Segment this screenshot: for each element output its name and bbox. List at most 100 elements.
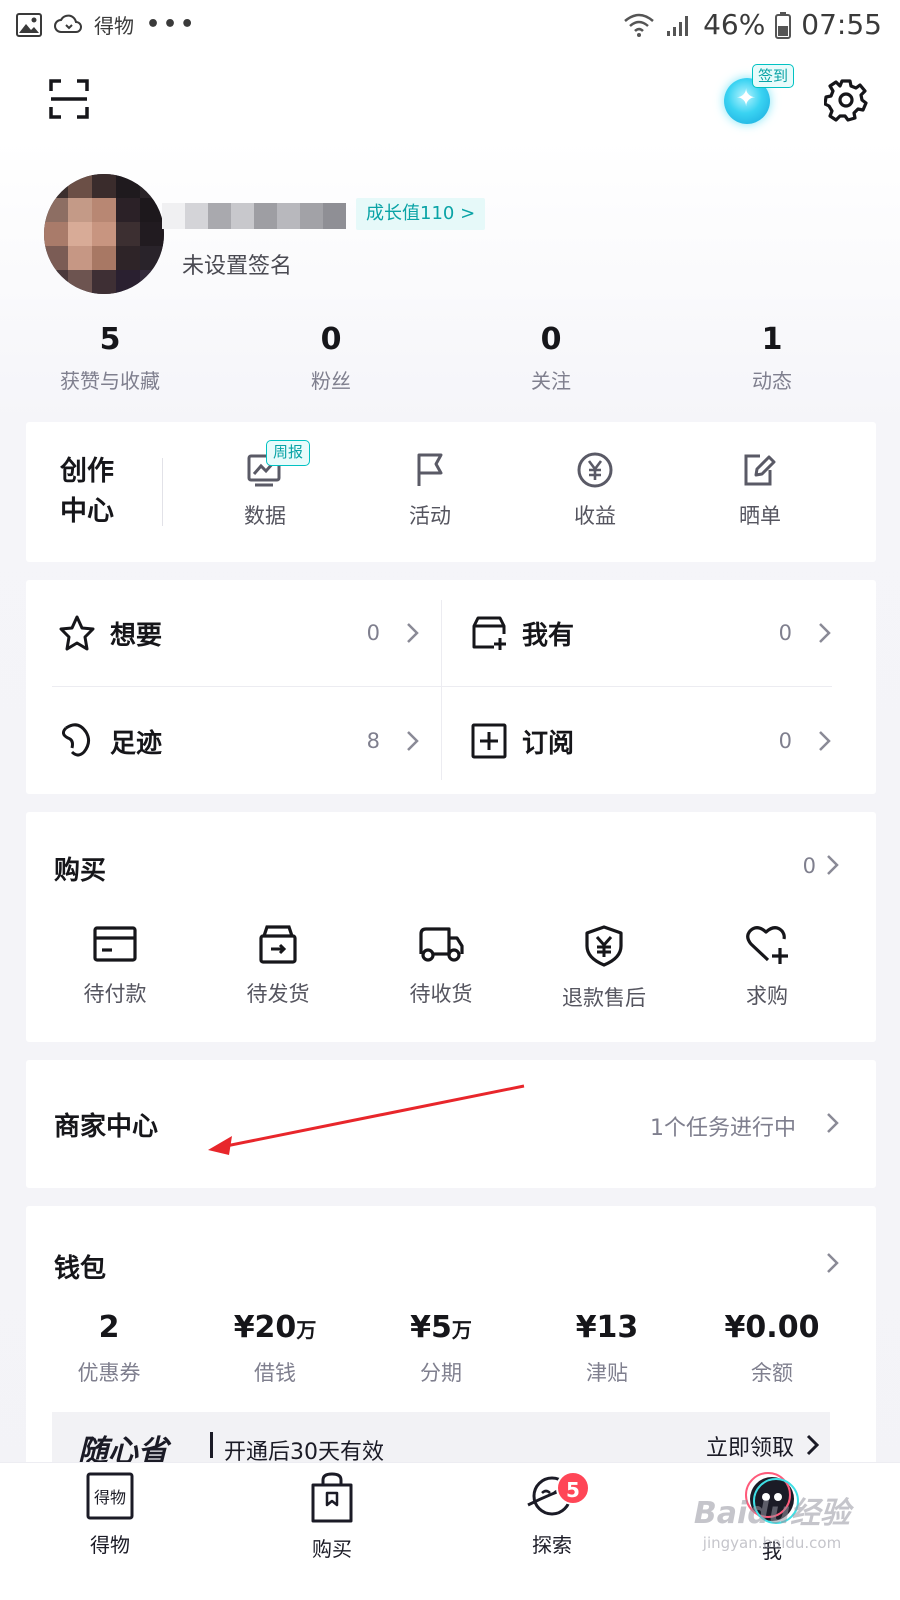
wifi-icon <box>624 13 654 37</box>
wallet-balance[interactable]: ¥0.00 余额 <box>702 1310 842 1387</box>
order-pending-receipt[interactable]: 待收货 <box>376 924 506 1008</box>
avatar-pixelated-image <box>44 174 164 294</box>
order-label: 求购 <box>746 984 788 1008</box>
divider <box>210 1432 213 1458</box>
battery-percent: 46% <box>703 8 766 41</box>
collection-subscriptions[interactable]: 订阅 0 <box>470 716 836 766</box>
subscribe-plus-icon <box>471 723 507 759</box>
order-pending-payment[interactable]: 待付款 <box>50 924 180 1008</box>
purchase-title[interactable]: 购买 <box>54 850 106 887</box>
creator-item-label: 数据 <box>244 504 286 528</box>
wallet-label: 借钱 <box>254 1361 296 1385</box>
creator-item-showcase[interactable]: 晒单 <box>705 450 815 530</box>
wallet-allowance[interactable]: ¥13 津贴 <box>537 1310 677 1387</box>
scan-button[interactable] <box>48 78 90 120</box>
wallet-label: 津贴 <box>586 1361 628 1385</box>
stat-value: 5 <box>99 322 121 357</box>
order-label: 待收货 <box>409 982 473 1006</box>
gallery-icon <box>16 12 42 37</box>
tab-label: 得物 <box>90 1533 130 1557</box>
collection-footprints[interactable]: 足迹 8 <box>58 716 424 766</box>
chevron-right-icon <box>407 731 419 751</box>
weekly-report-tag: 周报 <box>266 440 311 466</box>
creator-item-activity[interactable]: 活动 <box>375 450 485 530</box>
wallet-card-icon <box>93 926 137 962</box>
profile-stats: 5 获赞与收藏 0 粉丝 0 关注 1 动态 <box>0 322 900 402</box>
stat-label: 动态 <box>752 369 792 393</box>
chevron-right-icon <box>806 1434 820 1456</box>
purchase-count[interactable]: 0 <box>803 854 816 878</box>
explore-notification-badge: 5 <box>556 1471 590 1505</box>
creator-item-label: 晒单 <box>739 504 781 528</box>
wallet-value: ¥13 <box>575 1310 639 1345</box>
notification-app-name: 得物 <box>94 14 134 38</box>
wallet-value: ¥20万 <box>233 1310 317 1345</box>
wallet-installments[interactable]: ¥5万 分期 <box>371 1310 511 1387</box>
username-blurred <box>162 203 346 229</box>
chevron-right-icon <box>819 731 831 751</box>
wallet-loan[interactable]: ¥20万 借钱 <box>205 1310 345 1387</box>
shopping-bag-icon <box>311 1472 353 1523</box>
stat-label: 关注 <box>531 369 571 393</box>
collection-count: 0 <box>366 621 380 645</box>
tab-explore[interactable]: 5 探索 <box>492 1471 612 1558</box>
tab-label: 购买 <box>312 1537 352 1561</box>
chevron-right-icon[interactable] <box>826 854 840 876</box>
creator-item-earnings[interactable]: 收益 <box>540 450 650 530</box>
wallet-value: ¥0.00 <box>724 1310 820 1345</box>
collection-wishlist[interactable]: 想要 0 <box>58 608 424 658</box>
promo-claim-button[interactable]: 立即领取 <box>706 1430 794 1462</box>
signal-icon <box>667 15 689 36</box>
merchant-task-status: 1个任务进行中 <box>650 1116 796 1141</box>
tab-dewu[interactable]: 得物 得物 <box>50 1471 170 1558</box>
creator-title-line2: 中心 <box>60 496 114 527</box>
stat-label: 获赞与收藏 <box>60 369 160 393</box>
order-label: 待发货 <box>246 982 310 1006</box>
order-refund-aftersales[interactable]: 退款售后 <box>539 924 669 1012</box>
growth-value-badge[interactable]: 成长值110 > <box>356 198 486 230</box>
order-pending-shipment[interactable]: 待发货 <box>213 924 343 1008</box>
collection-owned[interactable]: 我有 0 <box>470 608 836 658</box>
collection-label: 订阅 <box>522 728 575 759</box>
clock-time: 07:55 <box>801 8 882 41</box>
heart-plus-icon <box>746 926 788 964</box>
watermark-sub: jingyan.baidu.com <box>702 1534 842 1552</box>
creator-center-card: 创作 中心 数据 活动 收益 晒单 <box>26 422 876 562</box>
edit-note-icon <box>744 454 776 486</box>
yen-shield-icon <box>585 925 623 967</box>
status-right: 46% 07:55 <box>623 8 882 41</box>
cloud-sync-icon <box>54 14 82 33</box>
stat-likes-favorites[interactable]: 5 获赞与收藏 <box>30 322 190 394</box>
footprint-icon <box>61 723 91 757</box>
package-icon <box>259 925 297 964</box>
order-want-to-buy[interactable]: 求购 <box>702 924 832 1010</box>
stat-following[interactable]: 0 关注 <box>471 322 631 394</box>
chevron-right-icon <box>827 1113 839 1133</box>
stat-value: 1 <box>761 322 783 357</box>
baidu-jingyan-watermark: Baidu经验 jingyan.baidu.com <box>672 1488 872 1552</box>
merchant-center-card[interactable]: 商家中心 1个任务进行中 <box>26 1060 876 1188</box>
collection-count: 8 <box>366 729 380 753</box>
collection-count: 0 <box>778 621 792 645</box>
wallet-label: 余额 <box>751 1361 793 1385</box>
divider <box>441 600 442 780</box>
creator-center-title[interactable]: 创作 中心 <box>60 452 114 532</box>
settings-button[interactable] <box>823 78 868 122</box>
checkin-button[interactable]: 签到 <box>722 64 794 128</box>
collection-label: 我有 <box>522 620 575 651</box>
tab-buy[interactable]: 购买 <box>272 1471 392 1562</box>
stat-posts[interactable]: 1 动态 <box>692 322 852 394</box>
chevron-right-icon[interactable] <box>826 1252 840 1274</box>
wallet-label: 分期 <box>420 1361 462 1385</box>
dewu-logo-icon: 得物 <box>86 1472 134 1520</box>
wallet-coupons[interactable]: 2 优惠券 <box>39 1310 179 1387</box>
creator-item-label: 收益 <box>574 504 616 528</box>
wallet-title[interactable]: 钱包 <box>54 1248 106 1285</box>
chevron-right-icon <box>819 623 831 643</box>
gear-icon <box>823 79 868 122</box>
signature-text[interactable]: 未设置签名 <box>182 248 292 280</box>
stat-followers[interactable]: 0 粉丝 <box>251 322 411 394</box>
order-label: 退款售后 <box>562 986 646 1010</box>
avatar[interactable] <box>44 174 164 294</box>
creator-item-label: 活动 <box>409 504 451 528</box>
